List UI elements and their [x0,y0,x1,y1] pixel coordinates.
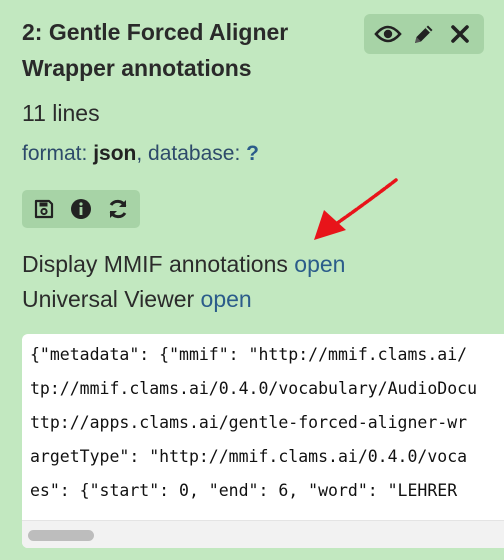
universal-viewer-open-link[interactable]: open [201,286,252,312]
format-info: format: json, database: ? [22,142,259,166]
rerun-icon [109,199,127,219]
edit-button[interactable] [407,17,441,51]
display-mmif-label: Display MMIF annotations [22,251,288,277]
display-mmif-open-link[interactable]: open [294,251,345,277]
database-label: , database: [136,142,241,165]
save-icon [35,199,54,219]
download-button[interactable] [28,193,60,225]
line-count: 11 lines [22,100,100,126]
close-icon [451,25,469,43]
details-button[interactable] [65,193,97,225]
view-button[interactable] [371,17,405,51]
dataset-preview[interactable]: {"metadata": {"mmif": "http://mmif.clams… [22,334,504,548]
format-label: format: [22,142,88,165]
preview-line: tp://mmif.clams.ai/0.4.0/vocabulary/Audi… [30,379,478,398]
info-icon [70,199,91,219]
annotation-arrow-icon [314,178,398,240]
horizontal-scrollbar[interactable] [22,520,504,548]
preview-line: es": {"start": 0, "end": 6, "word": "LEH… [30,481,458,500]
format-value: json [93,142,137,165]
universal-viewer-row: Universal Viewer open [22,286,252,313]
database-help-link[interactable]: ? [246,142,259,165]
preview-line: argetType": "http://mmif.clams.ai/0.4.0/… [30,447,468,466]
pencil-icon [415,25,433,43]
dataset-toolbar [364,14,484,54]
universal-viewer-label: Universal Viewer [22,286,195,312]
display-mmif-row: Display MMIF annotations open [22,251,345,278]
preview-line: ttp://apps.clams.ai/gentle-forced-aligne… [30,413,468,432]
eye-icon [374,25,402,43]
scrollbar-thumb[interactable] [28,530,94,541]
preview-line: {"metadata": {"mmif": "http://mmif.clams… [30,345,468,364]
rerun-button[interactable] [102,193,134,225]
dataset-title: 2: Gentle Forced Aligner Wrapper annotat… [22,19,289,81]
delete-button[interactable] [443,17,477,51]
dataset-actions [22,190,140,228]
